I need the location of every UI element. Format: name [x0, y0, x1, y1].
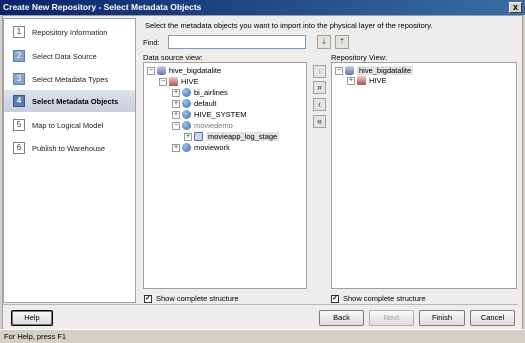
database-icon [157, 66, 166, 75]
step-number: 4 [13, 95, 25, 107]
catalog-icon [169, 77, 178, 86]
step-label: Select Data Source [32, 51, 97, 61]
step-label: Select Metadata Objects [32, 96, 119, 106]
cancel-button[interactable]: Cancel [470, 310, 515, 326]
remove-selected-button[interactable]: ‹ [313, 98, 326, 111]
repository-tree[interactable]: − hive_bigdatalite + HIVE [331, 62, 517, 289]
schema-icon [182, 88, 191, 97]
checkbox-label: Show complete structure [156, 294, 239, 303]
tree-node-moviework[interactable]: + moviework [172, 142, 230, 153]
checkbox-label: Show complete structure [343, 294, 426, 303]
step-select-metadata-objects[interactable]: 4 Select Metadata Objects [4, 90, 135, 112]
tree-node-label: HIVE_SYSTEM [194, 110, 247, 119]
tree-node-label: hive_bigdatalite [169, 66, 222, 75]
close-window-button[interactable]: x [509, 2, 522, 13]
step-label: Select Metadata Types [32, 74, 109, 84]
finish-button[interactable]: Finish [419, 310, 465, 326]
repository-view-label: Repository View: [331, 53, 388, 62]
data-source-show-complete-checkbox[interactable]: ✓ Show complete structure [144, 294, 239, 303]
tree-node-label: moviework [194, 143, 230, 152]
tree-node-label: bi_airlines [194, 88, 228, 97]
tree-node-label: HIVE [369, 76, 387, 85]
tree-node-moviedemo[interactable]: − moviedemo [172, 120, 233, 131]
expand-icon[interactable]: + [172, 88, 180, 97]
step-number: 5 [13, 119, 25, 131]
step-repository-information[interactable]: 1 Repository Information [4, 21, 135, 43]
next-button[interactable]: Next [369, 310, 414, 326]
step-publish-to-warehouse[interactable]: 6 Publish to Warehouse [4, 137, 135, 159]
tree-node-default[interactable]: + default [172, 98, 217, 109]
add-selected-button[interactable]: › [313, 65, 326, 78]
expand-icon[interactable]: + [184, 132, 192, 141]
tree-node-label: moviedemo [194, 121, 233, 130]
collapse-icon[interactable]: − [172, 121, 180, 130]
instruction-text: Select the metadata objects you want to … [145, 21, 433, 30]
step-number: 2 [13, 50, 25, 62]
table-icon [194, 132, 203, 141]
schema-icon [182, 121, 191, 130]
collapse-icon[interactable]: − [335, 66, 343, 75]
step-number: 3 [13, 73, 25, 85]
expand-icon[interactable]: + [172, 99, 180, 108]
data-source-tree[interactable]: − hive_bigdatalite − HIVE + bi_airlines … [143, 62, 307, 289]
expand-icon[interactable]: + [172, 143, 180, 152]
checkbox[interactable]: ✓ [144, 294, 152, 303]
step-label: Publish to Warehouse [32, 143, 106, 153]
tree-node-label: default [194, 99, 217, 108]
tree-node-bi-airlines[interactable]: + bi_airlines [172, 87, 228, 98]
collapse-icon[interactable]: − [147, 66, 155, 75]
step-select-data-source[interactable]: 2 Select Data Source [4, 45, 135, 67]
schema-icon [182, 110, 191, 119]
expand-icon[interactable]: + [172, 110, 180, 119]
help-button[interactable]: Help [11, 310, 53, 326]
step-label: Map to Logical Model [32, 120, 104, 130]
window-title: Create New Repository - Select Metadata … [3, 2, 202, 12]
find-label: Find: [143, 38, 160, 47]
schema-icon [182, 143, 191, 152]
repo-node-hive[interactable]: + HIVE [347, 75, 387, 86]
find-next-button[interactable]: ⇣ [317, 35, 331, 49]
expand-icon[interactable]: + [347, 76, 355, 85]
collapse-icon[interactable]: − [159, 77, 167, 86]
find-input[interactable] [168, 35, 306, 49]
step-number: 6 [13, 142, 25, 154]
repository-show-complete-checkbox[interactable]: ✓ Show complete structure [331, 294, 426, 303]
tree-node-hive[interactable]: − HIVE [159, 76, 199, 87]
tree-node-hive-bigdatalite[interactable]: − hive_bigdatalite [147, 65, 221, 76]
catalog-icon [357, 76, 366, 85]
tree-node-movieapp-log-stage[interactable]: + movieapp_log_stage [184, 131, 280, 142]
wizard-steps-panel: 1 Repository Information 2 Select Data S… [3, 18, 136, 303]
status-bar: For Help, press F1 [0, 329, 525, 343]
checkbox[interactable]: ✓ [331, 294, 339, 303]
data-source-view-label: Data source view: [143, 53, 203, 62]
back-button[interactable]: Back [319, 310, 364, 326]
step-label: Repository Information [32, 27, 108, 37]
step-number: 1 [13, 26, 25, 38]
tree-node-hive-system[interactable]: + HIVE_SYSTEM [172, 109, 247, 120]
schema-icon [182, 99, 191, 108]
tree-node-label: movieapp_log_stage [206, 132, 280, 141]
step-map-to-logical-model[interactable]: 5 Map to Logical Model [4, 114, 135, 136]
window-title-bar: Create New Repository - Select Metadata … [0, 0, 525, 15]
remove-all-button[interactable]: « [313, 115, 326, 128]
tree-node-label: HIVE [181, 77, 199, 86]
step-select-metadata-types[interactable]: 3 Select Metadata Types [4, 68, 135, 90]
find-previous-button[interactable]: ⇡ [335, 35, 349, 49]
tree-node-label: hive_bigdatalite [357, 66, 414, 75]
status-text: For Help, press F1 [4, 332, 67, 341]
button-separator [3, 304, 518, 305]
database-icon [345, 66, 354, 75]
add-all-button[interactable]: » [313, 81, 326, 94]
